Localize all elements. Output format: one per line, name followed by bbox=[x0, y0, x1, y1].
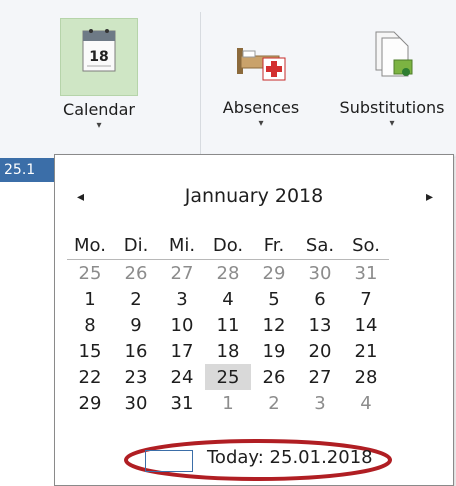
day-cell[interactable]: 4 bbox=[205, 286, 251, 312]
day-cell-other-month[interactable]: 27 bbox=[159, 260, 205, 287]
calendar-button-label: Calendar bbox=[63, 100, 135, 119]
day-cell[interactable]: 9 bbox=[113, 312, 159, 338]
calendar-popup: ◂ Jannuary 2018 ▸ Mo. Di. Mi. Do. Fr. Sa… bbox=[54, 154, 454, 486]
day-cell[interactable]: 28 bbox=[343, 364, 389, 390]
weekday-header: Mo. bbox=[67, 231, 113, 260]
day-cell[interactable]: 23 bbox=[113, 364, 159, 390]
week-row: 15 16 17 18 19 20 21 bbox=[67, 338, 389, 364]
day-cell[interactable]: 12 bbox=[251, 312, 297, 338]
today-label[interactable]: Today: 25.01.2018 bbox=[207, 447, 373, 468]
day-cell-other-month[interactable]: 29 bbox=[251, 260, 297, 287]
group-separator bbox=[200, 12, 201, 154]
ribbon: 18 Calendar ▾ Absences ▾ Substitutions ▾ bbox=[0, 0, 456, 159]
day-grid: Mo. Di. Mi. Do. Fr. Sa. So. 25 26 27 28 29 30… bbox=[67, 231, 389, 416]
week-row: 29 30 31 1 2 3 4 bbox=[67, 390, 389, 416]
day-cell[interactable]: 17 bbox=[159, 338, 205, 364]
day-cell[interactable]: 31 bbox=[159, 390, 205, 416]
substitutions-button-label: Substitutions bbox=[339, 98, 445, 117]
day-cell[interactable]: 15 bbox=[67, 338, 113, 364]
day-cell[interactable]: 16 bbox=[113, 338, 159, 364]
substitutions-icon-wrap bbox=[354, 18, 430, 94]
week-row: 22 23 24 25 26 27 28 bbox=[67, 364, 389, 390]
day-cell-other-month[interactable]: 3 bbox=[297, 390, 343, 416]
bed-icon bbox=[237, 48, 286, 81]
week-row: 8 9 10 11 12 13 14 bbox=[67, 312, 389, 338]
calendar-icon-background: 18 bbox=[60, 18, 138, 96]
substitutions-button[interactable]: Substitutions ▾ bbox=[322, 18, 456, 131]
weekday-row: Mo. Di. Mi. Do. Fr. Sa. So. bbox=[67, 231, 389, 260]
day-cell-other-month[interactable]: 4 bbox=[343, 390, 389, 416]
day-cell[interactable]: 30 bbox=[113, 390, 159, 416]
day-cell-other-month[interactable]: 30 bbox=[297, 260, 343, 287]
day-cell[interactable]: 13 bbox=[297, 312, 343, 338]
day-cell[interactable]: 3 bbox=[159, 286, 205, 312]
day-cell-other-month[interactable]: 31 bbox=[343, 260, 389, 287]
chevron-down-icon[interactable]: ▾ bbox=[322, 117, 456, 131]
day-cell[interactable]: 7 bbox=[343, 286, 389, 312]
chevron-down-icon[interactable]: ▾ bbox=[44, 119, 154, 133]
day-cell[interactable]: 20 bbox=[297, 338, 343, 364]
absences-button[interactable]: Absences ▾ bbox=[208, 18, 314, 131]
day-cell-selected[interactable]: 25 bbox=[205, 364, 251, 390]
day-cell-other-month[interactable]: 25 bbox=[67, 260, 113, 287]
weekday-header: Do. bbox=[205, 231, 251, 260]
week-row: 1234567 bbox=[67, 286, 389, 312]
day-cell[interactable]: 22 bbox=[67, 364, 113, 390]
day-cell[interactable]: 18 bbox=[205, 338, 251, 364]
weekday-header: Fr. bbox=[251, 231, 297, 260]
weekday-header: Di. bbox=[113, 231, 159, 260]
day-cell[interactable]: 10 bbox=[159, 312, 205, 338]
day-cell-other-month[interactable]: 28 bbox=[205, 260, 251, 287]
day-cell-other-month[interactable]: 1 bbox=[205, 390, 251, 416]
absences-button-label: Absences bbox=[222, 98, 300, 117]
week-row: 25 26 27 28 29 30 31 bbox=[67, 260, 389, 287]
day-cell-other-month[interactable]: 26 bbox=[113, 260, 159, 287]
weekday-header: Sa. bbox=[297, 231, 343, 260]
weekday-header: So. bbox=[343, 231, 389, 260]
day-cell[interactable]: 11 bbox=[205, 312, 251, 338]
day-cell[interactable]: 8 bbox=[67, 312, 113, 338]
day-cell[interactable]: 5 bbox=[251, 286, 297, 312]
day-cell[interactable]: 27 bbox=[297, 364, 343, 390]
weekday-header: Mi. bbox=[159, 231, 205, 260]
calendar-button[interactable]: 18 Calendar ▾ bbox=[44, 18, 154, 133]
day-cell[interactable]: 19 bbox=[251, 338, 297, 364]
absences-icon-wrap bbox=[223, 18, 299, 94]
day-cell[interactable]: 14 bbox=[343, 312, 389, 338]
day-cell[interactable]: 29 bbox=[67, 390, 113, 416]
next-month-icon[interactable]: ▸ bbox=[426, 189, 433, 205]
calendar-icon: 18 bbox=[82, 29, 116, 72]
chevron-down-icon[interactable]: ▾ bbox=[208, 117, 314, 131]
substitution-document-icon bbox=[375, 31, 413, 77]
today-link[interactable]: Today: 25.01.2018 bbox=[145, 447, 375, 473]
month-year-title: Jannuary 2018 bbox=[184, 185, 324, 207]
calendar-icon-number: 18 bbox=[89, 49, 108, 65]
day-cell[interactable]: 21 bbox=[343, 338, 389, 364]
day-cell[interactable]: 24 bbox=[159, 364, 205, 390]
day-cell[interactable]: 26 bbox=[251, 364, 297, 390]
day-cell[interactable]: 2 bbox=[113, 286, 159, 312]
calendar-header: ◂ Jannuary 2018 ▸ bbox=[55, 183, 453, 213]
today-marker bbox=[145, 450, 193, 472]
day-cell[interactable]: 1 bbox=[67, 286, 113, 312]
day-cell-other-month[interactable]: 2 bbox=[251, 390, 297, 416]
day-cell[interactable]: 6 bbox=[297, 286, 343, 312]
